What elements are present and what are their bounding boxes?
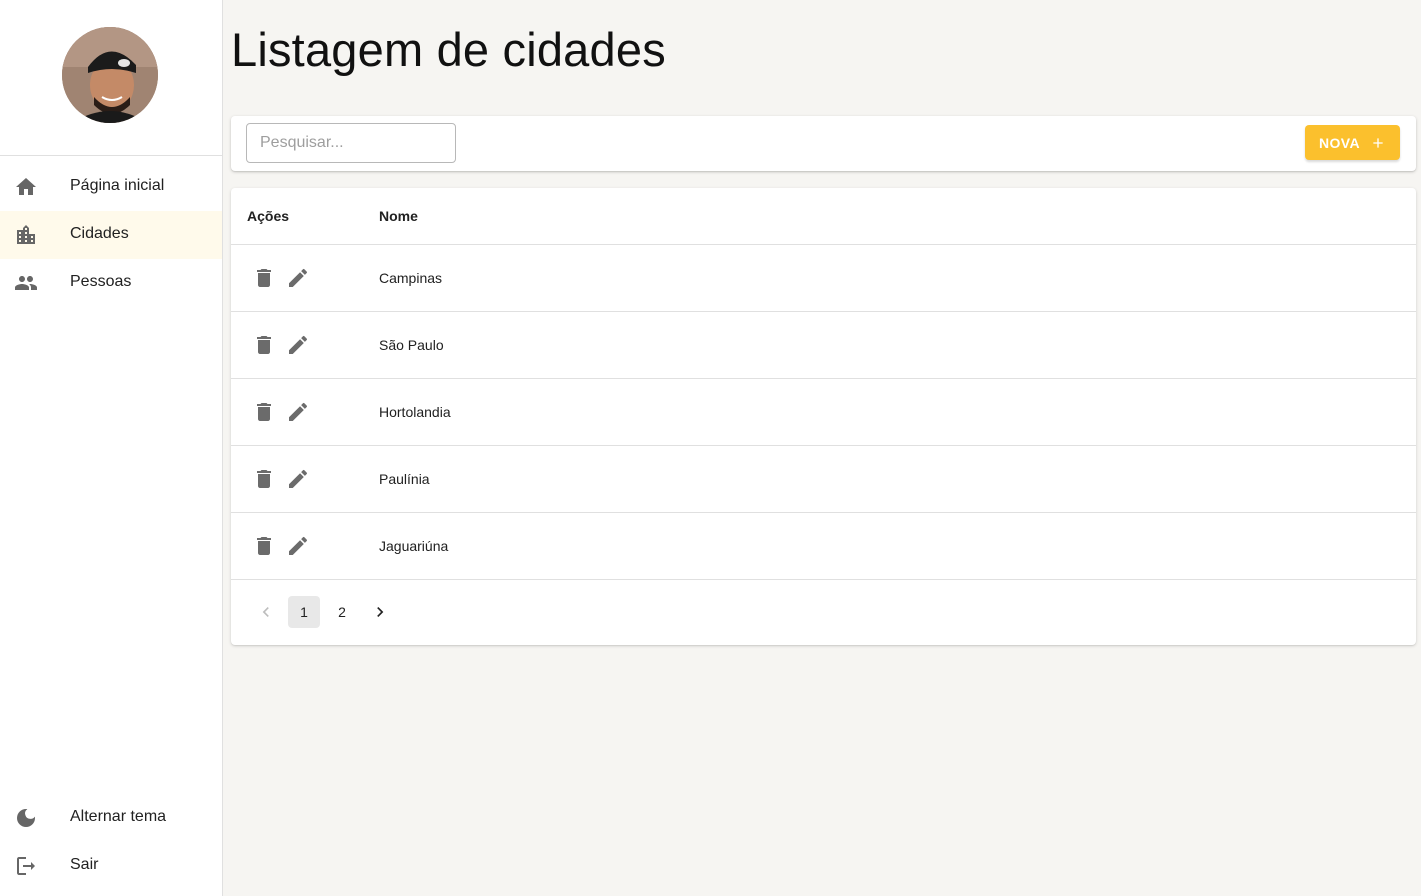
people-icon [14,271,38,295]
page-button-2[interactable]: 2 [326,596,358,628]
sidebar-item-label: Pessoas [70,273,132,290]
cities-table: Ações Nome Campinas São Paulo Hortolandi… [231,188,1416,645]
chevron-left-icon [262,607,269,617]
table-row: São Paulo [231,311,1416,378]
edit-icon[interactable] [286,266,310,290]
avatar-image [62,27,158,123]
delete-icon[interactable] [252,534,276,558]
chevron-right-icon [377,607,384,617]
dark-mode-icon [14,806,38,830]
table-row: Campinas [231,244,1416,311]
pagination-divider [231,579,1416,580]
search-input[interactable] [246,123,456,163]
column-header-name: Nome [379,208,418,224]
table-row: Jaguariúna [231,512,1416,579]
toggle-theme-label: Alternar tema [70,808,167,825]
edit-icon[interactable] [286,400,310,424]
new-city-button[interactable]: NOVA [1305,125,1400,160]
edit-icon[interactable] [286,333,310,357]
logout-button[interactable]: Sair [0,842,222,890]
sidebar-item-label: Cidades [70,225,129,242]
logout-icon [14,854,38,878]
sidebar-item-home[interactable]: Página inicial [0,163,222,211]
plus-icon [1370,135,1386,151]
new-button-label: NOVA [1318,134,1360,151]
delete-icon[interactable] [252,266,276,290]
sidebar-item-label: Página inicial [70,177,165,194]
table-row: Hortolandia [231,378,1416,445]
home-icon [14,175,38,199]
previous-page-button[interactable] [250,596,282,628]
toggle-theme-button[interactable]: Alternar tema [0,794,222,842]
toolbar: NOVA [231,116,1416,171]
city-name: Campinas [379,270,443,286]
page-title: Listagem de cidades [231,23,666,76]
sidebar-item-people[interactable]: Pessoas [0,259,222,307]
delete-icon[interactable] [252,333,276,357]
city-name: Jaguariúna [379,538,449,554]
next-page-button[interactable] [364,596,396,628]
avatar[interactable] [62,27,158,123]
avatar-section [0,0,222,156]
page-button-1[interactable]: 1 [288,596,320,628]
city-name: São Paulo [379,337,444,353]
sidebar: Página inicial Cidades Pessoas Alternar … [0,0,223,896]
location-city-icon [14,223,38,247]
edit-icon[interactable] [286,467,310,491]
city-name: Hortolandia [379,404,451,420]
sidebar-item-cities[interactable]: Cidades [0,211,222,259]
edit-icon[interactable] [286,534,310,558]
table-row: Paulínia [231,445,1416,512]
city-name: Paulínia [379,471,430,487]
logout-label: Sair [70,856,99,873]
column-header-actions: Ações [247,208,290,224]
delete-icon[interactable] [252,467,276,491]
delete-icon[interactable] [252,400,276,424]
